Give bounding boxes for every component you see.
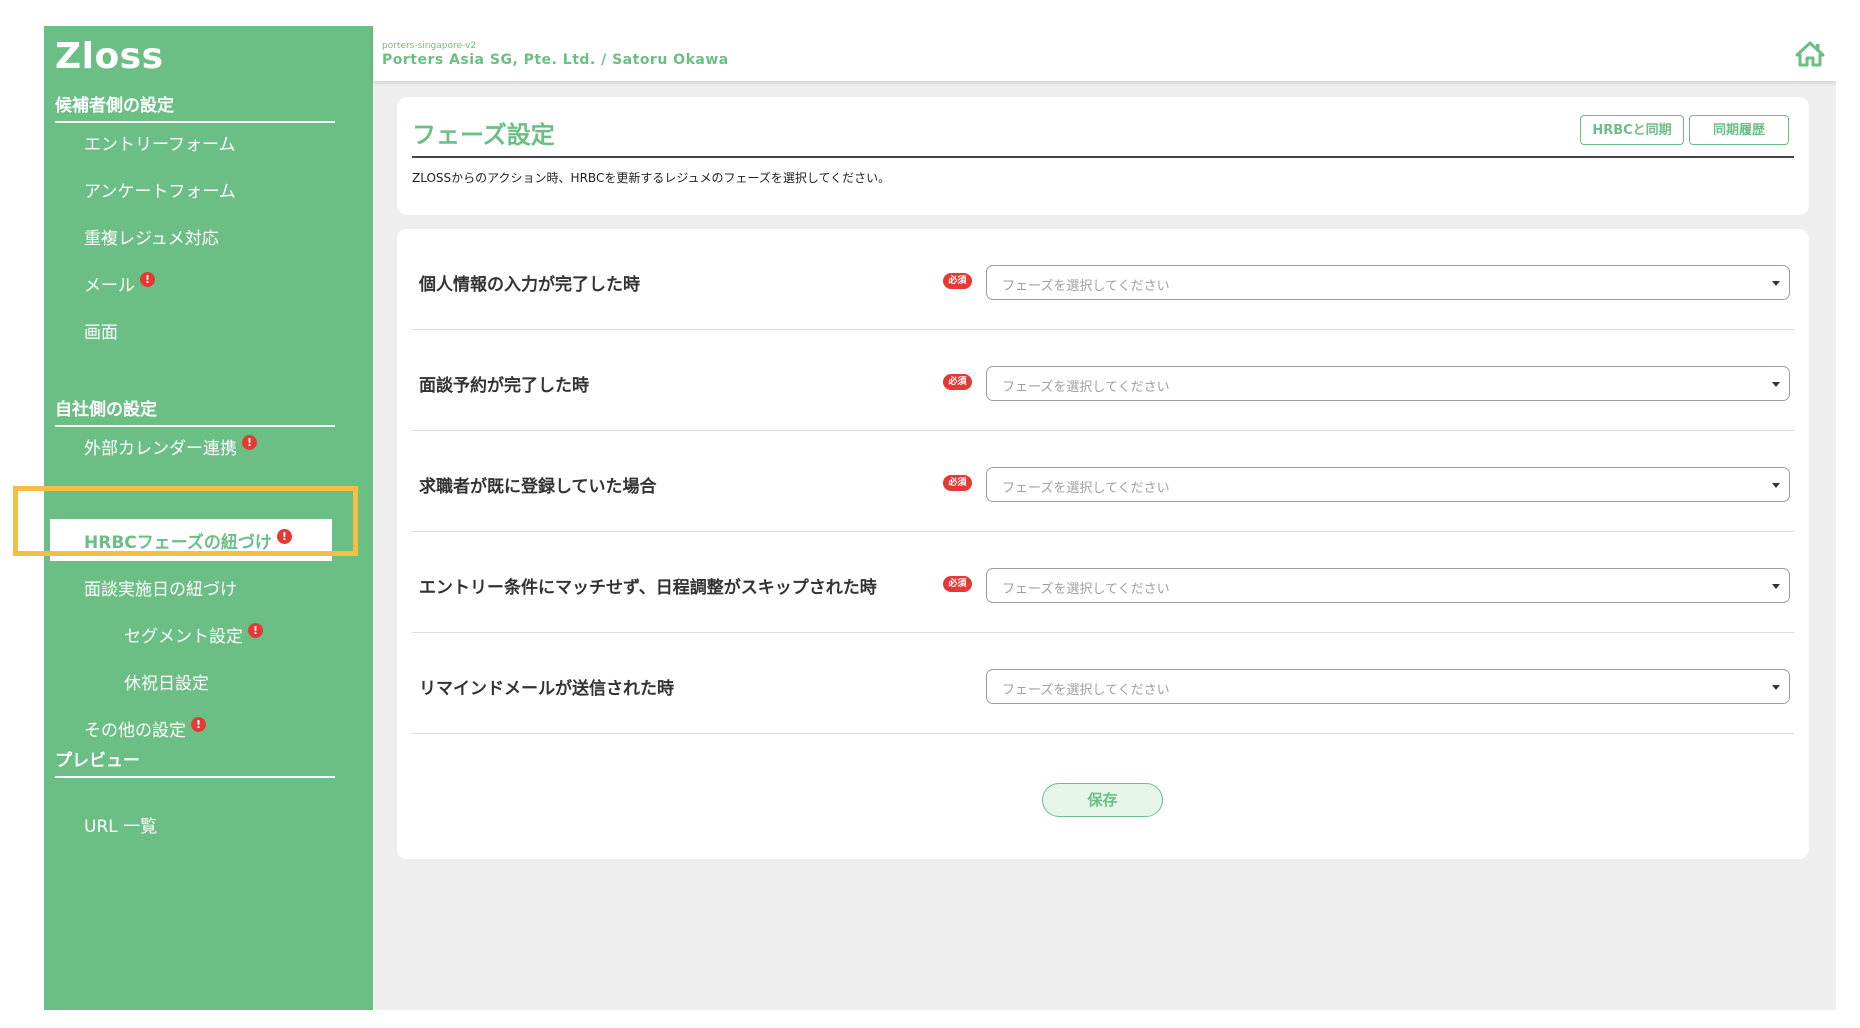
sidebar-item-label: その他の設定	[84, 721, 186, 741]
phase-select[interactable]: フェーズを選択してください	[986, 467, 1790, 502]
alert-icon: !	[248, 623, 263, 638]
sidebar-item-mail[interactable]: メール!	[84, 271, 155, 296]
save-button[interactable]: 保存	[1042, 783, 1163, 817]
company-user: Porters Asia SG, Pte. Ltd. / Satoru Okaw…	[382, 52, 729, 68]
chevron-down-icon	[1772, 685, 1780, 690]
sidebar-item-entry-form[interactable]: エントリーフォーム	[84, 130, 235, 155]
alert-icon: !	[242, 435, 257, 450]
select-placeholder: フェーズを選択してください	[1002, 380, 1170, 395]
chevron-down-icon	[1772, 483, 1780, 488]
home-icon[interactable]	[1795, 41, 1825, 67]
section-title-preview: プレビュー	[55, 746, 335, 778]
section-title-company: 自社側の設定	[55, 395, 335, 427]
select-placeholder: フェーズを選択してください	[1002, 582, 1170, 597]
sidebar-item-label: 画面	[84, 323, 118, 343]
phase-select[interactable]: フェーズを選択してください	[986, 265, 1790, 300]
sidebar-item-label: セグメント設定	[124, 627, 243, 647]
form-row: リマインドメールが送信された時 フェーズを選択してください	[412, 633, 1794, 734]
required-badge: 必須	[943, 475, 972, 491]
sidebar-item-label: 外部カレンダー連携	[84, 439, 237, 459]
sidebar-item-survey-form[interactable]: アンケートフォーム	[84, 177, 236, 202]
required-badge: 必須	[943, 374, 972, 390]
divider	[412, 156, 1794, 158]
sidebar-item-url-list[interactable]: URL 一覧	[84, 812, 157, 837]
page-description: ZLOSSからのアクション時、HRBCを更新するレジュメのフェーズを選択してくだ…	[412, 171, 891, 185]
top-bar: porters-singapore-v2 Porters Asia SG, Pt…	[373, 26, 1836, 81]
sidebar-item-label: 面談実施日の紐づけ	[84, 580, 237, 600]
field-label: 面談予約が完了した時	[419, 376, 589, 396]
field-label: 求職者が既に登録していた場合	[419, 477, 657, 497]
sidebar-item-holidays[interactable]: 休祝日設定	[124, 669, 209, 694]
required-badge: 必須	[943, 273, 972, 289]
sidebar-item-label: 重複レジュメ対応	[84, 229, 219, 249]
app-window: Zloss 候補者側の設定 エントリーフォーム アンケートフォーム 重複レジュメ…	[44, 26, 1836, 1010]
sync-hrbc-button[interactable]: HRBCと同期	[1580, 115, 1684, 145]
alert-icon: !	[140, 272, 155, 287]
phase-select[interactable]: フェーズを選択してください	[986, 366, 1790, 401]
page-title: フェーズ設定	[412, 121, 555, 149]
form-row: 求職者が既に登録していた場合 必須 フェーズを選択してください	[412, 431, 1794, 532]
alert-icon: !	[276, 528, 292, 544]
sidebar-item-interview-date[interactable]: 面談実施日の紐づけ	[84, 575, 237, 600]
page-header-card: フェーズ設定 HRBCと同期 同期履歴 ZLOSSからのアクション時、HRBCを…	[397, 97, 1809, 215]
field-label: エントリー条件にマッチせず、日程調整がスキップされた時	[419, 578, 877, 598]
sidebar-item-label: アンケートフォーム	[84, 182, 236, 202]
select-placeholder: フェーズを選択してください	[1002, 481, 1170, 496]
sidebar-item-hrbc-phase[interactable]: HRBCフェーズの紐づけ!	[50, 519, 332, 561]
phase-select[interactable]: フェーズを選択してください	[986, 568, 1790, 603]
chevron-down-icon	[1772, 281, 1780, 286]
field-label: リマインドメールが送信された時	[419, 679, 674, 699]
sidebar-item-external-calendar[interactable]: 外部カレンダー連携!	[84, 434, 257, 459]
app-logo: Zloss	[55, 36, 164, 77]
field-label: 個人情報の入力が完了した時	[419, 275, 640, 295]
sidebar-item-other-settings[interactable]: その他の設定!	[84, 716, 206, 741]
sidebar-item-label: メール	[84, 276, 135, 296]
sidebar-item-segment[interactable]: セグメント設定!	[124, 622, 263, 647]
tenant-id: porters-singapore-v2	[382, 41, 477, 51]
required-badge: 必須	[943, 576, 972, 592]
phase-select[interactable]: フェーズを選択してください	[986, 669, 1790, 704]
sidebar-item-label: 休祝日設定	[124, 674, 209, 694]
sidebar-item-label: HRBCフェーズの紐づけ	[84, 532, 272, 553]
select-placeholder: フェーズを選択してください	[1002, 279, 1170, 294]
form-row: 面談予約が完了した時 必須 フェーズを選択してください	[412, 330, 1794, 431]
select-placeholder: フェーズを選択してください	[1002, 683, 1170, 698]
form-row: 個人情報の入力が完了した時 必須 フェーズを選択してください	[412, 229, 1794, 330]
section-title-candidate: 候補者側の設定	[55, 91, 335, 123]
sidebar-item-screen[interactable]: 画面	[84, 318, 118, 343]
sidebar-item-label: URL 一覧	[84, 817, 158, 837]
phase-form-card: 個人情報の入力が完了した時 必須 フェーズを選択してください 面談予約が完了した…	[397, 229, 1809, 859]
chevron-down-icon	[1772, 382, 1780, 387]
sidebar: Zloss 候補者側の設定 エントリーフォーム アンケートフォーム 重複レジュメ…	[44, 26, 373, 1010]
sidebar-item-duplicate-resume[interactable]: 重複レジュメ対応	[84, 224, 219, 249]
alert-icon: !	[191, 717, 206, 732]
form-row: エントリー条件にマッチせず、日程調整がスキップされた時 必須 フェーズを選択して…	[412, 532, 1794, 633]
sync-history-button[interactable]: 同期履歴	[1689, 115, 1789, 145]
sidebar-item-label: エントリーフォーム	[84, 135, 236, 155]
chevron-down-icon	[1772, 584, 1780, 589]
